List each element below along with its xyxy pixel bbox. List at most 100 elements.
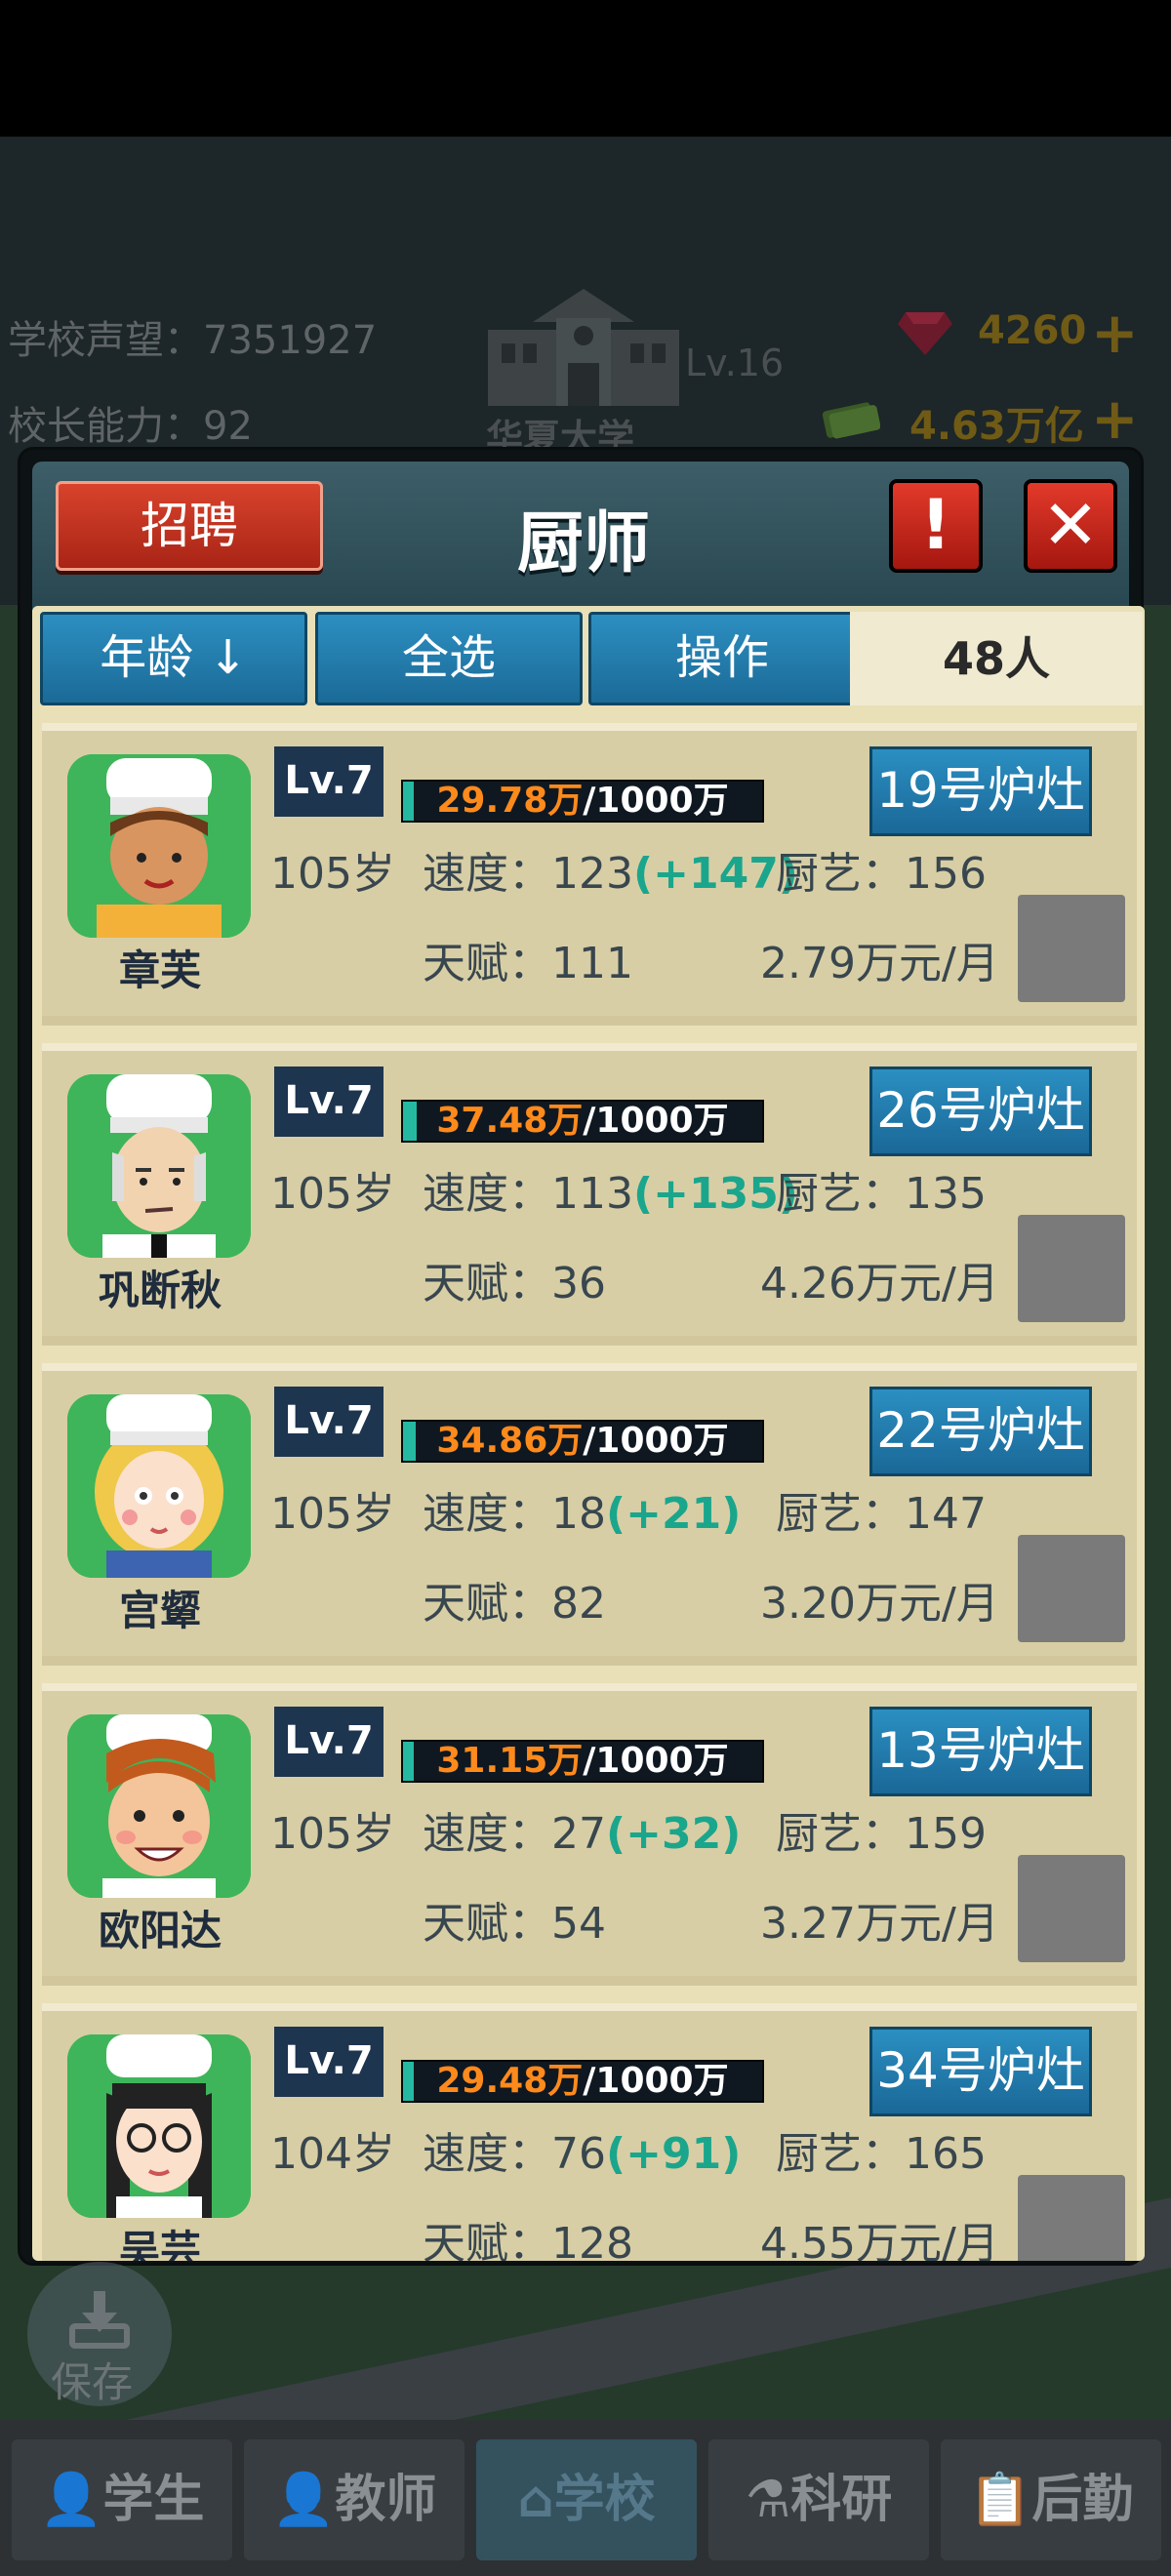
stove-button[interactable]: 26号炉灶 [869, 1067, 1092, 1156]
chef-name: 章芙 [118, 946, 201, 994]
save-label: 保存 [51, 2358, 134, 2406]
chef-salary: 3.20万元/月 [760, 1579, 999, 1629]
chef-avatar [67, 1714, 251, 1898]
talent-value: 36 [551, 1259, 606, 1308]
skill-stat: 厨艺：147 [776, 1478, 987, 1541]
flask-icon: ⚗ [745, 2471, 791, 2529]
close-button[interactable]: ✕ [1024, 479, 1117, 573]
nav-student[interactable]: 👤学生 [12, 2439, 232, 2560]
skill-label: 厨艺： [776, 2129, 905, 2179]
chef-card[interactable]: 章芙 Lv.7 29.78万/1000万 19号炉灶 105岁 速度：123(+147) 厨… [42, 723, 1137, 1026]
speed-bonus: (+32) [606, 1809, 742, 1859]
skill-label: 厨艺： [776, 1169, 905, 1219]
speed-stat: 速度：123(+147) [423, 838, 798, 901]
speed-stat: 速度：18(+21) [423, 1478, 741, 1541]
select-all-button[interactable]: 全选 [315, 612, 583, 705]
chef-dialog: 招聘 厨师 ! ✕ 年龄 ↓ 全选 操作 48人 章芙 Lv.7 29.78万/10… [18, 447, 1145, 2266]
sort-age-button[interactable]: 年龄 ↓ [40, 612, 307, 705]
chef-count: 48人 [850, 612, 1143, 705]
select-checkbox[interactable] [1018, 1855, 1125, 1962]
stove-button[interactable]: 34号炉灶 [869, 2027, 1092, 2116]
skill-label: 厨艺： [776, 1809, 905, 1859]
chef-card[interactable]: 欧阳达 Lv.7 31.15万/1000万 13号炉灶 105岁 速度：27(+32) 厨艺… [42, 1683, 1137, 1986]
select-checkbox[interactable] [1018, 1215, 1125, 1322]
school-building-icon [488, 289, 679, 406]
xp-progress-bar: 29.78万/1000万 [401, 780, 764, 823]
add-gems-button[interactable]: + [1091, 304, 1139, 361]
status-bar [0, 0, 1171, 137]
chef-avatar [67, 1394, 251, 1578]
alert-button[interactable]: ! [889, 479, 983, 573]
chef-card[interactable]: 吴芸 Lv.7 29.48万/1000万 34号炉灶 104岁 速度：76(+91) 厨艺：… [42, 2003, 1137, 2261]
xp-max: /1000万 [583, 1421, 729, 1461]
chef-salary: 4.26万元/月 [760, 1259, 999, 1308]
chef-age: 105岁 [270, 1489, 395, 1539]
xp-current: 34.86万 [436, 1421, 584, 1461]
chef-salary: 3.27万元/月 [760, 1899, 999, 1949]
chef-name: 宫颦 [118, 1587, 201, 1634]
nav-teacher[interactable]: 👤教师 [244, 2439, 464, 2560]
skill-label: 厨艺： [776, 1489, 905, 1539]
nav-label: 学生 [102, 2471, 205, 2529]
select-checkbox[interactable] [1018, 895, 1125, 1002]
xp-max: /1000万 [583, 1741, 729, 1781]
stove-button[interactable]: 19号炉灶 [869, 746, 1092, 836]
nav-logistics[interactable]: 📋后勤 [941, 2439, 1161, 2560]
gem-icon [898, 312, 952, 355]
chef-card[interactable]: 宫颦 Lv.7 34.86万/1000万 22号炉灶 105岁 速度：18(+21) 厨艺：… [42, 1363, 1137, 1666]
talent-stat: 天赋：36 [423, 1248, 606, 1310]
talent-label: 天赋： [423, 2219, 551, 2261]
xp-max: /1000万 [583, 781, 729, 821]
cash-icon [822, 402, 880, 439]
chef-salary: 4.55万元/月 [760, 2219, 999, 2261]
talent-label: 天赋： [423, 1259, 551, 1308]
nav-school[interactable]: ⌂学校 [476, 2439, 697, 2560]
nav-research[interactable]: ⚗科研 [708, 2439, 929, 2560]
chef-salary: 2.79万元/月 [760, 939, 999, 988]
chef-age: 104岁 [270, 2129, 395, 2179]
skill-stat: 厨艺：135 [776, 1158, 987, 1221]
xp-current: 29.78万 [436, 781, 584, 821]
nav-label: 教师 [335, 2471, 437, 2529]
stove-button[interactable]: 22号炉灶 [869, 1387, 1092, 1476]
skill-value: 165 [905, 2129, 987, 2179]
speed-value: 123 [551, 849, 633, 899]
talent-label: 天赋： [423, 1579, 551, 1629]
talent-stat: 天赋：82 [423, 1568, 606, 1630]
speed-value: 18 [551, 1489, 606, 1539]
speed-bonus: (+135) [632, 1169, 798, 1219]
talent-stat: 天赋：54 [423, 1888, 606, 1951]
chef-age: 105岁 [270, 1169, 395, 1219]
skill-label: 厨艺： [776, 849, 905, 899]
clipboard-icon: 📋 [968, 2471, 1032, 2529]
xp-progress-bar: 37.48万/1000万 [401, 1100, 764, 1143]
chef-avatar [67, 2034, 251, 2218]
select-checkbox[interactable] [1018, 2175, 1125, 2261]
speed-value: 76 [551, 2129, 606, 2179]
chef-name: 巩断秋 [98, 1267, 222, 1314]
talent-stat: 天赋：128 [423, 2208, 633, 2261]
gem-count: 4260 [978, 308, 1087, 353]
add-money-button[interactable]: + [1091, 390, 1139, 447]
skill-value: 159 [905, 1809, 987, 1859]
xp-progress-bar: 34.86万/1000万 [401, 1420, 764, 1463]
close-icon: ✕ [1041, 485, 1100, 565]
speed-stat: 速度：113(+135) [423, 1158, 798, 1221]
student-icon: 👤 [39, 2471, 103, 2529]
chef-card[interactable]: 巩断秋 Lv.7 37.48万/1000万 26号炉灶 105岁 速度：113(+135)… [42, 1043, 1137, 1346]
prestige-value: 7351927 [203, 318, 378, 363]
stove-button[interactable]: 13号炉灶 [869, 1707, 1092, 1796]
talent-stat: 天赋：111 [423, 928, 633, 990]
prestige-row: 学校声望：7351927 [8, 308, 377, 365]
speed-value: 27 [551, 1809, 606, 1859]
talent-value: 111 [551, 939, 633, 988]
chef-name: 欧阳达 [98, 1907, 222, 1954]
speed-label: 速度： [423, 1489, 551, 1539]
bottom-nav: 👤学生 👤教师 ⌂学校 ⚗科研 📋后勤 [0, 2420, 1171, 2576]
talent-value: 82 [551, 1579, 606, 1629]
nav-label: 科研 [790, 2471, 893, 2529]
speed-label: 速度： [423, 1169, 551, 1219]
select-checkbox[interactable] [1018, 1535, 1125, 1642]
operate-button[interactable]: 操作 [588, 612, 856, 705]
chef-name: 吴芸 [118, 2227, 201, 2261]
